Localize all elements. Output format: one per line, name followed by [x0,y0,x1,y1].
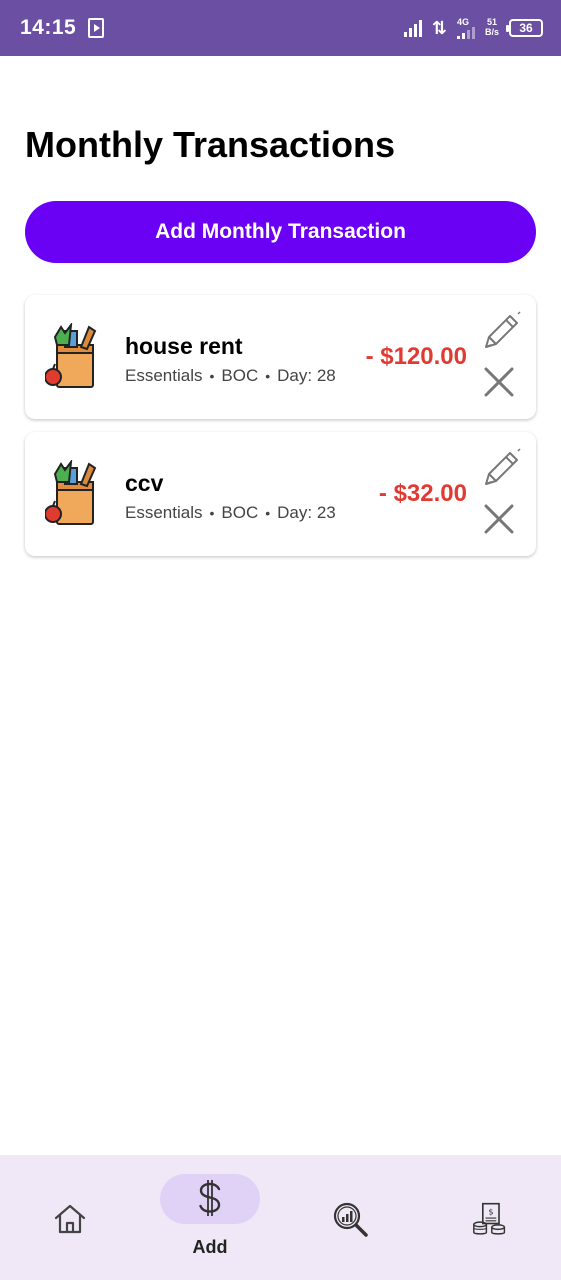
add-monthly-transaction-button[interactable]: Add Monthly Transaction [25,201,536,263]
pencil-icon[interactable] [480,448,522,490]
separator-dot: • [209,505,215,521]
transaction-category: Essentials [125,503,203,522]
home-icon [54,1204,86,1234]
transaction-account: BOC [221,503,259,522]
battery-level: 36 [519,21,533,35]
analytics-search-icon [333,1202,368,1237]
transaction-account: BOC [221,366,259,385]
close-icon[interactable] [482,502,516,536]
media-icon [88,18,105,38]
nav-home[interactable] [40,1155,100,1280]
grocery-bag-icon [45,323,97,388]
transaction-card[interactable]: house rent Essentials • BOC • Day: 28 - … [25,295,536,419]
network-type: 4G [456,16,469,27]
page-title: Monthly Transactions [25,124,396,165]
nav-budget[interactable]: $ [460,1155,520,1280]
transaction-meta: Essentials • BOC • Day: 28 [125,366,336,386]
transaction-name: ccv [125,470,164,496]
transaction-name: house rent [125,333,243,359]
network-speed: 51 B/s [484,17,499,38]
pencil-icon[interactable] [480,311,522,353]
separator-dot: • [265,505,271,521]
network-indicator: 4G [456,16,475,39]
grocery-bag-icon [45,460,97,525]
transaction-meta: Essentials • BOC • Day: 23 [125,503,336,523]
transaction-amount: - $32.00 [378,480,467,507]
status-time: 14:15 [20,16,77,39]
signal-4g-icon [456,26,475,39]
svg-text:$: $ [488,1207,493,1217]
transaction-category: Essentials [125,366,203,385]
transaction-amount: - $120.00 [365,343,467,370]
transaction-card[interactable]: ccv Essentials • BOC • Day: 23 - $32.00 [25,432,536,556]
separator-dot: • [265,368,271,384]
nav-add-label: Add [192,1237,228,1257]
budget-icon: $ [473,1202,506,1235]
signal-icon [403,19,422,37]
transaction-day: Day: 23 [277,503,336,522]
nav-analytics[interactable] [320,1155,380,1280]
status-indicators: ⇅ 4G 51 B/s 36 [403,16,543,39]
bottom-nav: Add $ [0,1155,561,1280]
status-bar: 14:15 ⇅ 4G 51 B/s 36 [0,0,561,56]
battery-icon: 36 [506,19,543,37]
close-icon[interactable] [482,365,516,399]
dollar-icon [199,1180,221,1216]
separator-dot: • [209,368,215,384]
nav-add[interactable]: Add [160,1155,260,1280]
data-transfer-icon: ⇅ [431,17,447,38]
transaction-day: Day: 28 [277,366,336,385]
speed-unit: B/s [484,27,499,37]
